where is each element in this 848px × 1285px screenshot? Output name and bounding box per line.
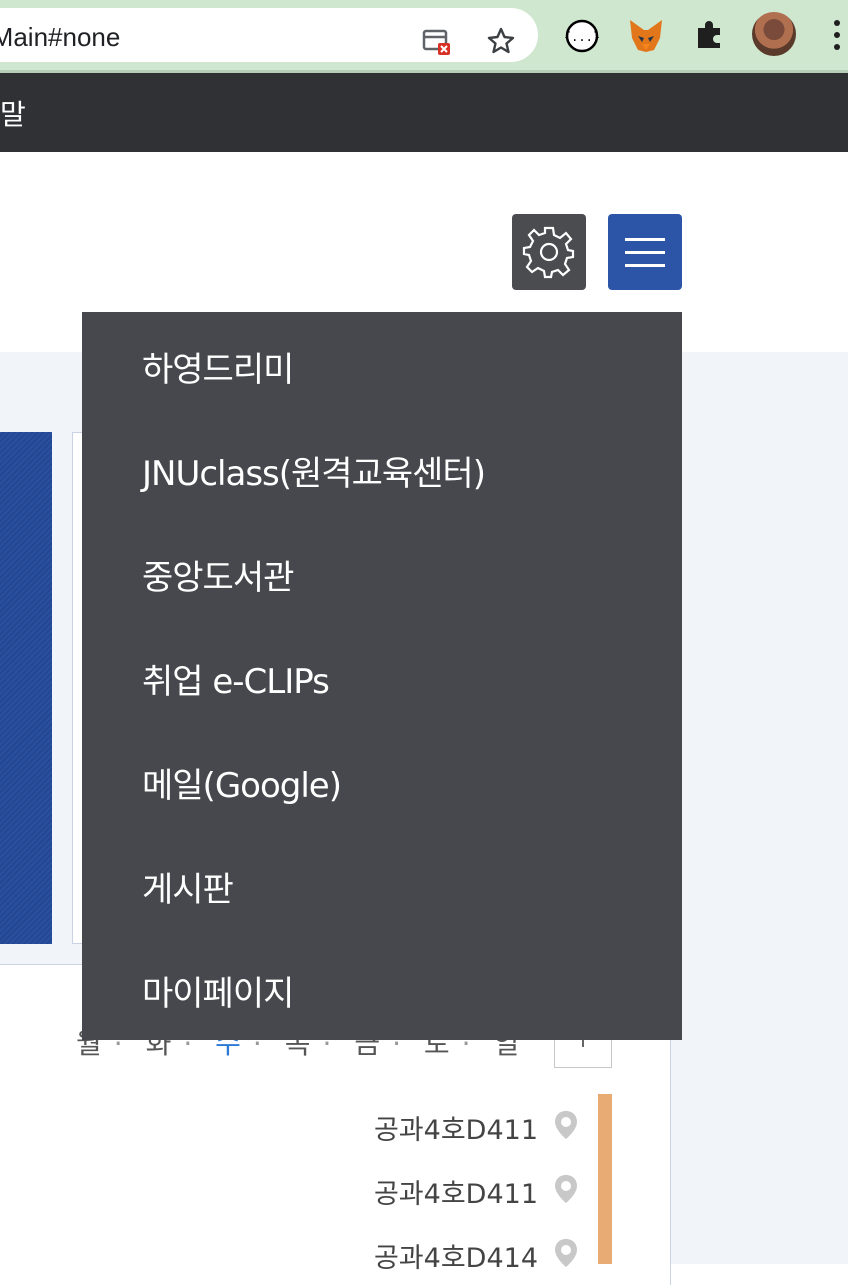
room-label: 공과4호D414	[373, 1243, 538, 1274]
menu-item-hayoung-dreamy[interactable]: 하영드리미	[142, 342, 294, 391]
top-utility-bar: 말	[0, 73, 848, 152]
address-bar[interactable]: tuMain#none	[0, 8, 538, 62]
settings-button[interactable]	[512, 214, 586, 290]
svg-text:{...}: {...}	[564, 30, 600, 44]
url-text[interactable]: tuMain#none	[0, 22, 120, 53]
more-menu-icon[interactable]	[830, 18, 844, 54]
class-color-bar	[598, 1094, 612, 1264]
quick-links-menu: 하영드리미 JNUclass(원격교육센터) 중앙도서관 취업 e-CLIPs …	[82, 312, 682, 1040]
menu-item-jnuclass[interactable]: JNUclass(원격교육센터)	[142, 446, 486, 495]
tab-blocked-icon[interactable]	[422, 26, 452, 56]
menu-button[interactable]	[608, 214, 682, 290]
hamburger-icon	[625, 238, 665, 267]
extensions-puzzle-icon[interactable]	[688, 14, 732, 58]
profile-panel	[0, 432, 52, 944]
bookmark-star-icon[interactable]	[486, 26, 516, 56]
menu-item-board[interactable]: 게시판	[142, 862, 234, 911]
menu-item-library[interactable]: 중앙도서관	[142, 550, 294, 599]
metamask-fox-icon[interactable]	[624, 14, 668, 58]
menu-item-mail[interactable]: 메일(Google)	[142, 758, 342, 807]
location-pin-icon[interactable]	[554, 1110, 578, 1140]
menu-item-mypage[interactable]: 마이페이지	[142, 966, 294, 1015]
room-label: 공과4호D411	[373, 1115, 538, 1146]
menu-item-eclips[interactable]: 취업 e-CLIPs	[142, 654, 330, 703]
top-bar-text[interactable]: 말	[0, 93, 26, 133]
room-label: 공과4호D411	[373, 1179, 538, 1210]
location-pin-icon[interactable]	[554, 1174, 578, 1204]
gear-icon	[522, 226, 575, 279]
json-extension-icon[interactable]: {...}	[560, 14, 604, 58]
profile-avatar[interactable]	[752, 12, 796, 56]
browser-toolbar: tuMain#none {...}	[0, 0, 848, 70]
